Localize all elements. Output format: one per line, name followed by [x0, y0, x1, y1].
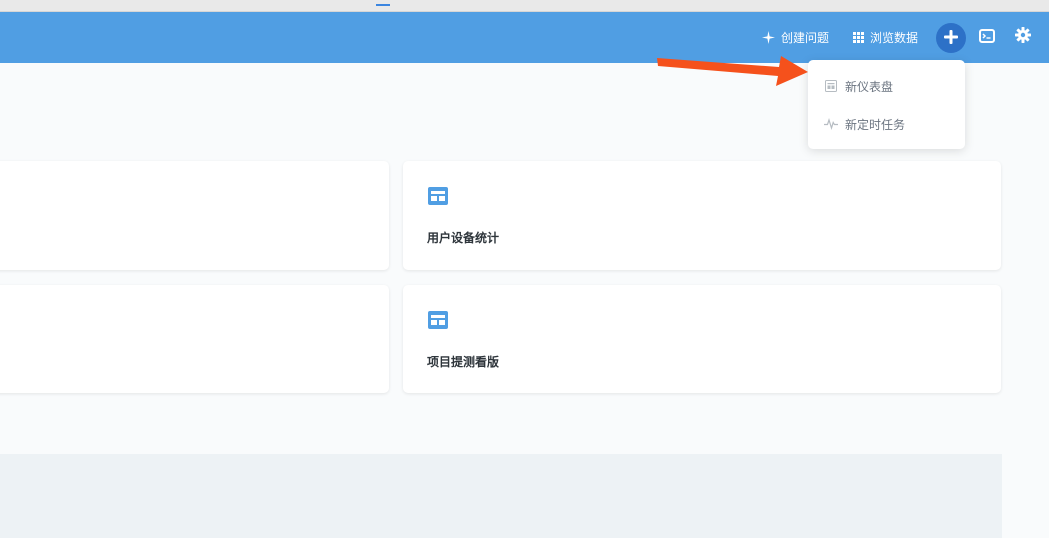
- pulse-icon: [824, 117, 838, 131]
- menu-item-label: 新定时任务: [845, 117, 906, 132]
- browse-data-button[interactable]: 浏览数据: [853, 12, 918, 63]
- tab-indicator: [376, 0, 390, 6]
- terminal-icon: [979, 28, 995, 47]
- grid-icon: [853, 32, 864, 43]
- create-question-button[interactable]: 创建问题: [762, 12, 829, 63]
- new-item-button[interactable]: [936, 23, 966, 53]
- top-navigation-bar: 创建问题 浏览数据: [0, 12, 1049, 63]
- settings-button[interactable]: [1014, 27, 1032, 47]
- menu-item-new-dashboard[interactable]: 新仪表盘: [808, 71, 965, 101]
- menu-item-label: 新仪表盘: [845, 79, 894, 94]
- collection-item-card[interactable]: [0, 285, 389, 393]
- bottom-section-panel: [0, 454, 1002, 538]
- new-item-dropdown-menu: 新仪表盘 新定时任务: [808, 60, 965, 149]
- card-title: 用户设备统计: [427, 231, 500, 245]
- dashboard-icon: [427, 185, 449, 207]
- dashboard-icon: [427, 309, 449, 331]
- collection-item-card[interactable]: [0, 161, 389, 270]
- sparkle-icon: [762, 31, 775, 44]
- plus-icon: [944, 29, 958, 48]
- menu-item-new-pulse[interactable]: 新定时任务: [808, 109, 965, 139]
- dashboard-icon: [824, 79, 838, 93]
- gear-icon: [1015, 27, 1031, 47]
- browser-tab-strip: [0, 0, 1049, 12]
- sql-query-button[interactable]: [978, 28, 996, 46]
- dashboard-card[interactable]: 项目提测看版: [403, 285, 1001, 393]
- browse-data-label: 浏览数据: [870, 31, 919, 45]
- card-title: 项目提测看版: [427, 355, 500, 369]
- create-question-label: 创建问题: [781, 31, 830, 45]
- dashboard-card[interactable]: 用户设备统计: [403, 161, 1001, 270]
